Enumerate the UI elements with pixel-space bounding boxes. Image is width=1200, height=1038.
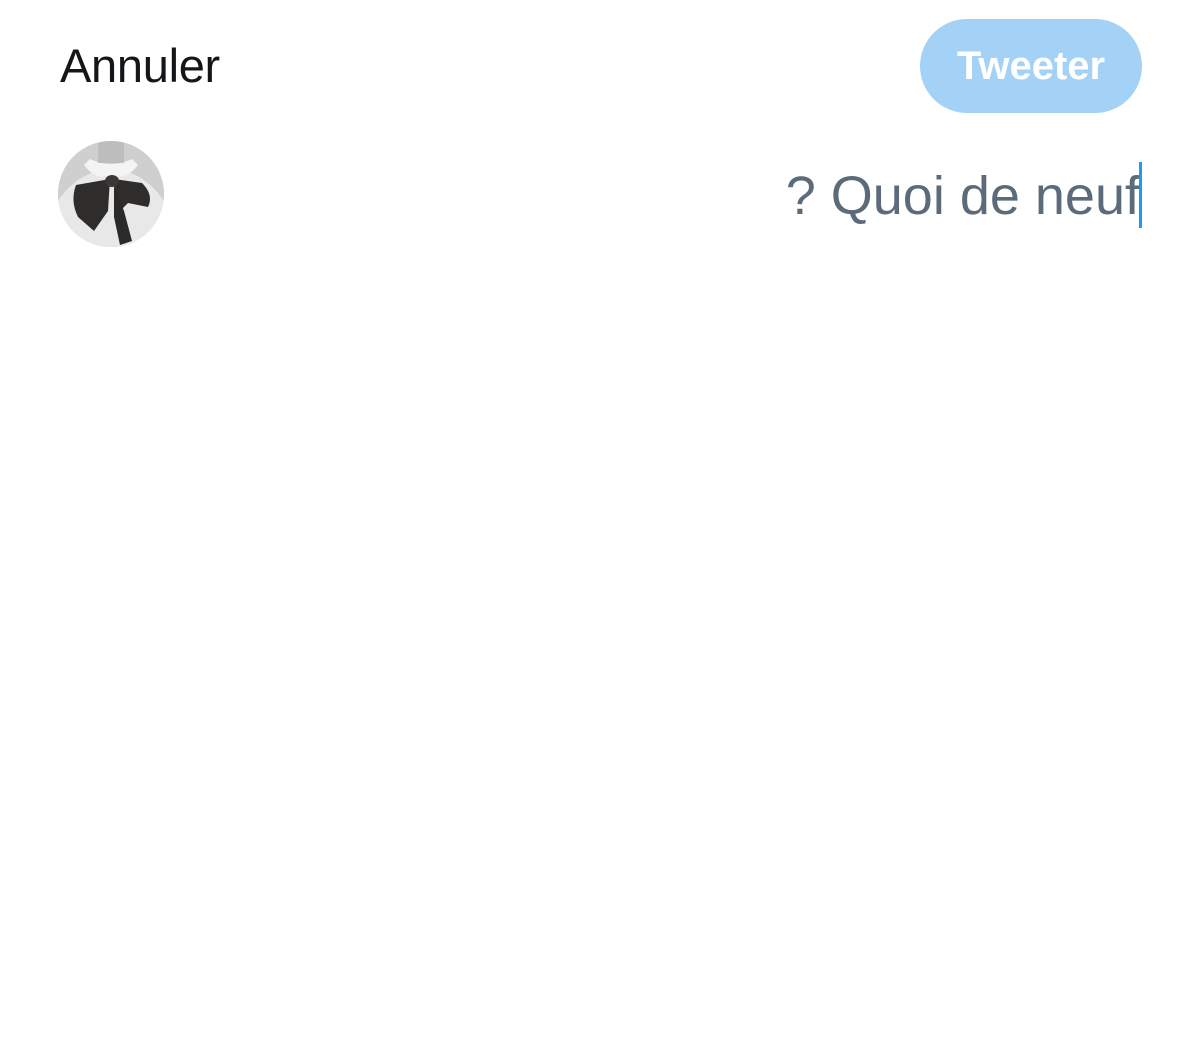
tweet-compose-field[interactable]: ? Quoi de neuf — [200, 160, 1142, 230]
text-caret — [1139, 162, 1142, 228]
compose-placeholder: ? Quoi de neuf — [785, 166, 1140, 226]
avatar[interactable] — [58, 141, 164, 247]
cancel-button[interactable]: Annuler — [60, 38, 220, 94]
tweet-button[interactable]: Tweeter — [920, 19, 1142, 113]
avatar-image — [58, 141, 164, 247]
compose-tweet-screen: Annuler Tweeter ? Quoi de neuf — [0, 0, 1200, 1038]
